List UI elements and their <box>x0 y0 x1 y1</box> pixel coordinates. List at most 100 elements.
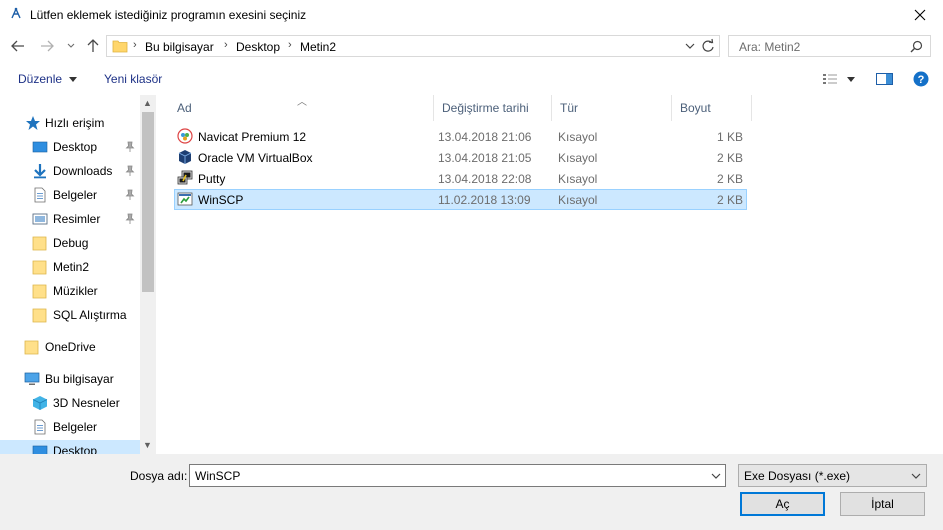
open-button[interactable]: Aç <box>740 492 825 516</box>
organize-label: Düzenle <box>18 72 63 86</box>
pictures-icon <box>32 213 48 225</box>
search-box[interactable]: Ara: Metin2 <box>728 35 931 57</box>
breadcrumb-separator: › <box>224 39 228 51</box>
computer-icon <box>24 372 40 385</box>
folder-icon <box>112 40 128 53</box>
new-folder-button[interactable]: Yeni klasör <box>104 72 162 86</box>
app-icon <box>11 7 21 19</box>
file-type: Kısayol <box>558 130 598 144</box>
tree-label: Bu bilgisayar <box>45 372 114 386</box>
file-row[interactable]: Putty 13.04.2018 22:08 Kısayol 2 KB <box>174 168 747 189</box>
virtualbox-icon <box>178 150 192 164</box>
column-name[interactable]: Ad <box>169 95 434 121</box>
folder-icon <box>32 284 47 299</box>
tree-label: Desktop <box>53 444 98 454</box>
putty-icon <box>177 170 193 185</box>
tree-item-pc-desktop[interactable]: Desktop <box>0 440 140 454</box>
tree-item-3d-objects[interactable]: 3D Nesneler <box>0 392 140 414</box>
file-name: Navicat Premium 12 <box>198 130 307 144</box>
arrow-up-icon <box>87 39 99 52</box>
tree-item-desktop[interactable]: Desktop <box>0 136 140 158</box>
file-row-selected[interactable]: WinSCP 11.02.2018 13:09 Kısayol 2 KB <box>174 189 747 210</box>
tree-quick-access[interactable]: Hızlı erişim <box>0 112 140 134</box>
tree-this-pc[interactable]: Bu bilgisayar <box>0 368 140 390</box>
column-size[interactable]: Boyut <box>672 95 752 121</box>
tree-label: Hızlı erişim <box>45 116 105 130</box>
tree-item-debug[interactable]: Debug <box>0 232 140 254</box>
3d-objects-icon <box>32 396 48 410</box>
up-button[interactable] <box>85 38 101 54</box>
refresh-icon[interactable] <box>701 38 715 54</box>
help-icon[interactable]: ? <box>913 71 929 87</box>
column-date[interactable]: Değiştirme tarihi <box>434 95 552 121</box>
breadcrumb-this-pc[interactable]: Bu bilgisayar <box>145 40 214 54</box>
column-type[interactable]: Tür <box>552 95 672 121</box>
navigation-pane: Hızlı erişim Desktop Downloads Belgeler … <box>0 95 156 454</box>
scroll-down-icon[interactable]: ▼ <box>143 440 152 450</box>
desktop-folder-icon <box>32 141 48 153</box>
caret-down-icon[interactable] <box>847 77 855 82</box>
file-size: 2 KB <box>716 151 743 165</box>
tree-item-downloads[interactable]: Downloads <box>0 160 140 182</box>
filename-input[interactable]: WinSCP <box>189 464 726 487</box>
pin-icon[interactable] <box>125 141 135 152</box>
preview-pane-icon[interactable] <box>876 72 893 86</box>
pin-icon[interactable] <box>125 165 135 176</box>
filetype-value: Exe Dosyası (*.exe) <box>744 469 851 483</box>
search-icon[interactable] <box>910 40 923 53</box>
scroll-up-icon[interactable]: ▲ <box>143 98 152 108</box>
desktop-folder-icon <box>32 445 48 454</box>
tree-label: Debug <box>53 236 89 250</box>
breadcrumb-metin2[interactable]: Metin2 <box>300 40 336 54</box>
scroll-thumb[interactable] <box>142 112 154 292</box>
chevron-down-icon <box>911 473 921 479</box>
back-button[interactable] <box>10 38 26 54</box>
close-button[interactable] <box>897 0 943 30</box>
breadcrumb-desktop[interactable]: Desktop <box>236 40 280 54</box>
tree-label: Müzikler <box>53 284 98 298</box>
tree-item-pictures[interactable]: Resimler <box>0 208 140 230</box>
tree-label: Desktop <box>53 140 98 154</box>
tree-item-documents[interactable]: Belgeler <box>0 184 140 206</box>
pin-icon[interactable] <box>125 189 135 200</box>
nav-scrollbar[interactable]: ▲ ▼ <box>140 95 156 454</box>
documents-icon <box>34 419 46 435</box>
cancel-button[interactable]: İptal <box>840 492 925 516</box>
documents-icon <box>34 187 46 203</box>
file-row[interactable]: Navicat Premium 12 13.04.2018 21:06 Kısa… <box>174 126 747 147</box>
chevron-down-icon[interactable] <box>685 39 695 53</box>
tree-label: Belgeler <box>53 420 98 434</box>
tree-label: Belgeler <box>53 188 98 202</box>
file-date: 13.04.2018 21:05 <box>438 151 532 165</box>
file-size: 2 KB <box>716 193 743 207</box>
file-type: Kısayol <box>558 172 598 186</box>
organize-button[interactable]: Düzenle <box>18 72 78 86</box>
tree-item-pc-documents[interactable]: Belgeler <box>0 416 140 438</box>
file-name: Putty <box>198 172 226 186</box>
file-type: Kısayol <box>558 193 598 207</box>
breadcrumb-separator: › <box>133 39 137 51</box>
file-row[interactable]: Oracle VM VirtualBox 13.04.2018 21:05 Kı… <box>174 147 747 168</box>
search-placeholder: Ara: Metin2 <box>739 40 801 54</box>
file-size: 1 KB <box>716 130 743 144</box>
tree-item-metin2[interactable]: Metin2 <box>0 256 140 278</box>
downloads-icon <box>34 164 46 179</box>
tree-label: Downloads <box>53 164 113 178</box>
forward-button[interactable] <box>39 38 55 54</box>
tree-item-sql[interactable]: SQL Alıştırma <box>0 304 140 326</box>
folder-icon <box>32 260 47 275</box>
navicat-icon <box>177 128 193 144</box>
window-title: Lütfen eklemek istediğiniz programın exe… <box>30 8 307 22</box>
tree-item-music[interactable]: Müzikler <box>0 280 140 302</box>
folder-icon <box>32 308 47 323</box>
address-bar[interactable]: › Bu bilgisayar › Desktop › Metin2 <box>106 35 720 57</box>
file-list: ︿ Ad Değiştirme tarihi Tür Boyut Navicat… <box>156 95 943 454</box>
pin-icon[interactable] <box>125 213 135 224</box>
view-options-icon[interactable] <box>822 72 838 86</box>
tree-onedrive[interactable]: OneDrive <box>0 336 140 358</box>
filetype-select[interactable]: Exe Dosyası (*.exe) <box>738 464 927 487</box>
title-bar: Lütfen eklemek istediğiniz programın exe… <box>0 0 943 30</box>
file-date: 13.04.2018 21:06 <box>438 130 532 144</box>
recent-locations-button[interactable] <box>63 38 79 54</box>
chevron-down-icon[interactable] <box>711 470 721 482</box>
